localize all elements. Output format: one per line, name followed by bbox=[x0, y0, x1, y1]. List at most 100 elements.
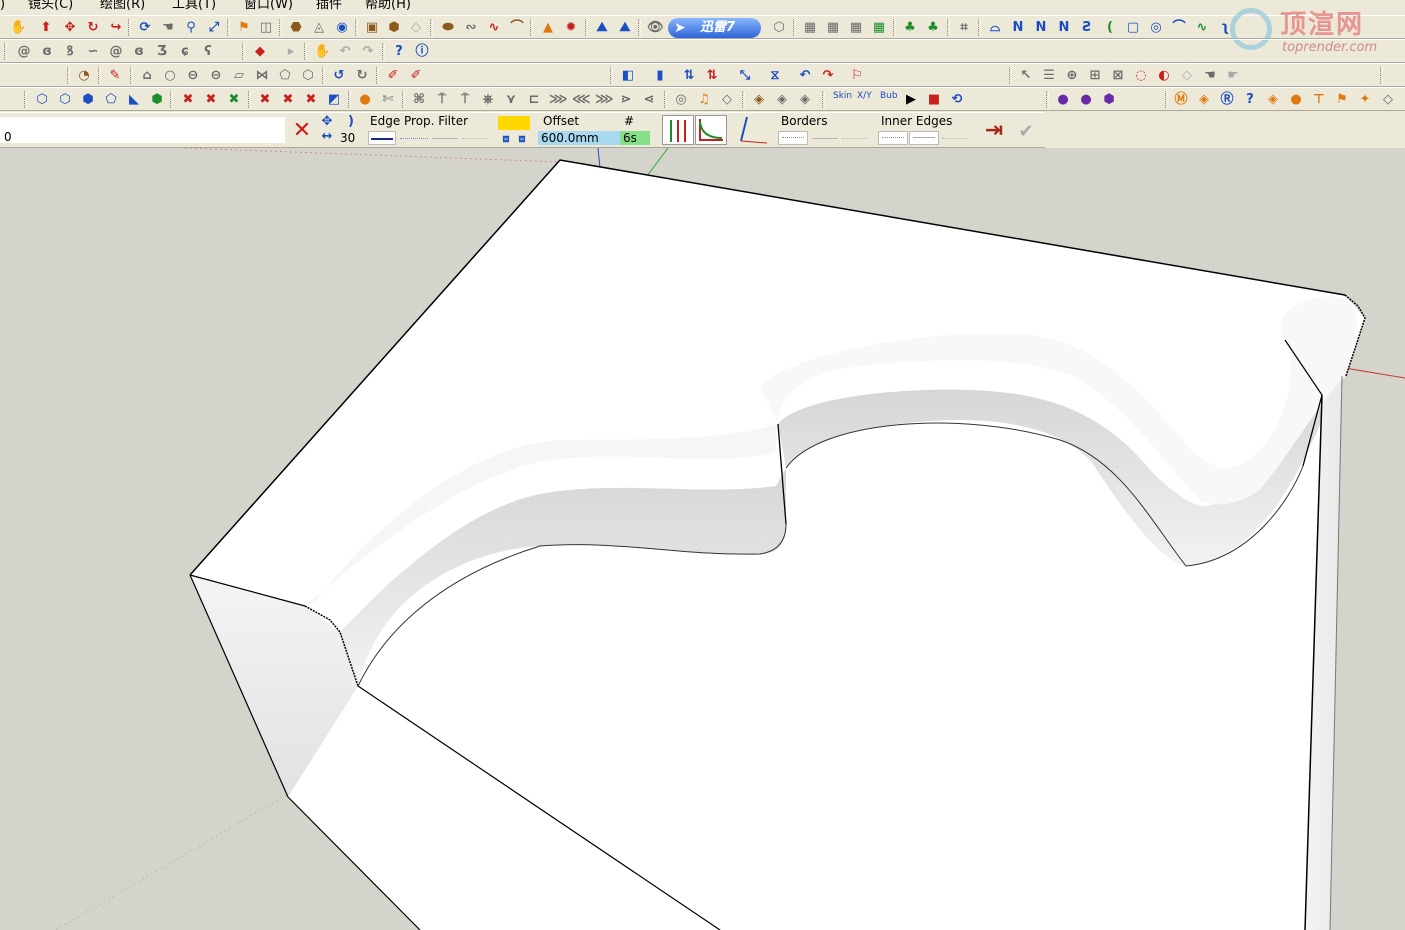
pencil-icon[interactable]: ✎ bbox=[107, 68, 123, 84]
light-icon[interactable]: ◇ bbox=[1179, 68, 1195, 84]
model-canvas[interactable] bbox=[0, 147, 1405, 930]
toolbar-grip[interactable] bbox=[1046, 91, 1049, 108]
toolbar-grip[interactable] bbox=[322, 67, 325, 84]
menu-camera[interactable]: 镜头(C) bbox=[28, 0, 73, 13]
layers-icon[interactable]: ☰ bbox=[1041, 68, 1057, 84]
view-left-icon[interactable]: ⬢ bbox=[149, 92, 165, 108]
toolbar-grip[interactable] bbox=[242, 43, 245, 60]
toolbar-grip[interactable] bbox=[793, 19, 796, 36]
toolbar-grip[interactable] bbox=[638, 19, 641, 36]
tool-a-icon[interactable]: ✖ bbox=[180, 92, 196, 108]
shell-icon[interactable]: ◎ bbox=[673, 92, 689, 108]
redo-icon[interactable]: ↷ bbox=[360, 44, 376, 60]
toolbar-grip[interactable] bbox=[978, 19, 981, 36]
render-3-icon[interactable]: ⬢ bbox=[1101, 92, 1117, 108]
vray-flag-icon[interactable]: ⚑ bbox=[1334, 92, 1350, 108]
rectangle-icon[interactable]: ▢ bbox=[1125, 20, 1141, 36]
push-pull-icon[interactable]: ⬆ bbox=[38, 20, 54, 36]
toolbar-grip[interactable] bbox=[130, 67, 133, 84]
move-cross-icon[interactable]: ✥ bbox=[319, 114, 335, 130]
spiral-4-icon[interactable]: @ bbox=[108, 44, 124, 60]
frame-icon[interactable]: ⌗ bbox=[956, 20, 972, 36]
color-swatch[interactable] bbox=[498, 116, 530, 130]
square-toggle-2-icon[interactable]: ⧈ bbox=[514, 131, 530, 147]
loft-icon[interactable]: ⌘ bbox=[411, 92, 427, 108]
loft-11-icon[interactable]: ⋖ bbox=[641, 92, 657, 108]
loft-5-icon[interactable]: ⋎ bbox=[503, 92, 519, 108]
loft-3-icon[interactable]: ⍑ bbox=[457, 92, 473, 108]
arc-2-icon[interactable]: ⌒ bbox=[1171, 20, 1187, 36]
spline-icon[interactable]: ⌒ bbox=[509, 20, 525, 36]
zoom-icon[interactable]: ⚲ bbox=[183, 20, 199, 36]
tool-f-icon[interactable]: ✖ bbox=[303, 92, 319, 108]
count-input[interactable]: 6s bbox=[620, 131, 650, 145]
grid-3-icon[interactable]: ▦ bbox=[848, 20, 864, 36]
inner-edge-style-field[interactable] bbox=[878, 131, 908, 145]
blue-bar-icon[interactable]: ▮ bbox=[652, 68, 668, 84]
pie-icon[interactable]: ◔ bbox=[76, 68, 92, 84]
toolbar-grip[interactable] bbox=[742, 91, 745, 108]
rotate-2-icon[interactable]: ↺ bbox=[331, 68, 347, 84]
ring-2-icon[interactable]: ◐ bbox=[1156, 68, 1172, 84]
shape-3-icon[interactable]: ⊖ bbox=[185, 68, 201, 84]
toolbar-grip[interactable] bbox=[98, 67, 101, 84]
tree-icon[interactable]: ♣ bbox=[902, 20, 918, 36]
undo-icon[interactable]: ↶ bbox=[337, 44, 353, 60]
position-camera-icon[interactable]: ◫ bbox=[258, 20, 274, 36]
hand-icon[interactable]: ✋ bbox=[10, 20, 26, 36]
select-icon[interactable]: ↖ bbox=[1018, 68, 1034, 84]
toolbar-grip[interactable] bbox=[128, 19, 131, 36]
play-icon[interactable]: ▶ bbox=[903, 92, 919, 108]
shell-3-icon[interactable]: ◇ bbox=[719, 92, 735, 108]
disabled-icon[interactable]: ▸ bbox=[283, 44, 299, 60]
stop-icon[interactable]: ■ bbox=[926, 92, 942, 108]
toolbar-grip[interactable] bbox=[822, 91, 825, 108]
square-toggle-icon[interactable]: ⧈ bbox=[498, 131, 514, 147]
arrows-red-icon[interactable]: ⇅ bbox=[704, 68, 720, 84]
edge-style-light-dotted[interactable] bbox=[462, 138, 488, 139]
toolbar-grip[interactable] bbox=[304, 43, 307, 60]
width-arrow-icon[interactable]: ↔ bbox=[319, 129, 335, 145]
menu-window[interactable]: 窗口(W) bbox=[244, 0, 293, 13]
loft-8-icon[interactable]: ⋘ bbox=[572, 92, 591, 108]
brush-2-icon[interactable]: ✐ bbox=[408, 68, 424, 84]
render-2-icon[interactable]: ● bbox=[1078, 92, 1094, 108]
zigzag-3-icon[interactable]: N bbox=[1056, 20, 1072, 36]
toolbar-grip[interactable] bbox=[279, 19, 282, 36]
arrows-up-icon[interactable]: ⇅ bbox=[681, 68, 697, 84]
edge-style-light[interactable] bbox=[432, 138, 458, 139]
info-icon[interactable]: ⓘ bbox=[414, 44, 430, 60]
box-icon[interactable]: ◈ bbox=[751, 92, 767, 108]
xunlei-button[interactable]: ➤ 迅雷7 bbox=[668, 18, 761, 38]
shape-4-icon[interactable]: ⊖ bbox=[208, 68, 224, 84]
loft-6-icon[interactable]: ⊏ bbox=[526, 92, 542, 108]
toolbar-grip[interactable] bbox=[664, 91, 667, 108]
node-2-icon[interactable]: ⊞ bbox=[1087, 68, 1103, 84]
hand-4-icon[interactable]: ☛ bbox=[1225, 68, 1241, 84]
toolbar-grip[interactable] bbox=[1009, 67, 1012, 84]
shape-2-icon[interactable]: ○ bbox=[162, 68, 178, 84]
vray-help-icon[interactable]: ? bbox=[1242, 92, 1258, 108]
xy-label[interactable]: X/Y bbox=[857, 91, 872, 101]
vray-tag-2-icon[interactable]: ◈ bbox=[1265, 92, 1281, 108]
node-icon[interactable]: ⊕ bbox=[1064, 68, 1080, 84]
spiral-5-icon[interactable]: ɞ bbox=[131, 44, 147, 60]
tool-g-icon[interactable]: ◩ bbox=[326, 92, 342, 108]
component-icon[interactable]: ▣ bbox=[364, 20, 380, 36]
move-icon[interactable]: ✥ bbox=[62, 20, 78, 36]
cube-icon[interactable]: ⬡ bbox=[771, 20, 787, 36]
wave-icon[interactable]: ∿ bbox=[1194, 20, 1210, 36]
menu-tools[interactable]: 工具(T) bbox=[172, 0, 216, 13]
shape-5-icon[interactable]: ▱ bbox=[231, 68, 247, 84]
toolbar-grip[interactable] bbox=[893, 19, 896, 36]
shape-8-icon[interactable]: ⬡ bbox=[300, 68, 316, 84]
skin-label[interactable]: Skin bbox=[833, 91, 852, 101]
vray-diamond-icon[interactable]: ◇ bbox=[1380, 92, 1396, 108]
toolbar-grip[interactable] bbox=[430, 19, 433, 36]
triangle-icon[interactable]: ▲ bbox=[540, 20, 556, 36]
arc-icon[interactable]: ( bbox=[1102, 20, 1118, 36]
shape-bender-icon[interactable]: ⬬ bbox=[440, 20, 456, 36]
toolbar-grip[interactable] bbox=[67, 67, 70, 84]
grid-icon[interactable]: ▦ bbox=[802, 20, 818, 36]
hourglass-icon[interactable]: ⧖ bbox=[767, 68, 783, 84]
